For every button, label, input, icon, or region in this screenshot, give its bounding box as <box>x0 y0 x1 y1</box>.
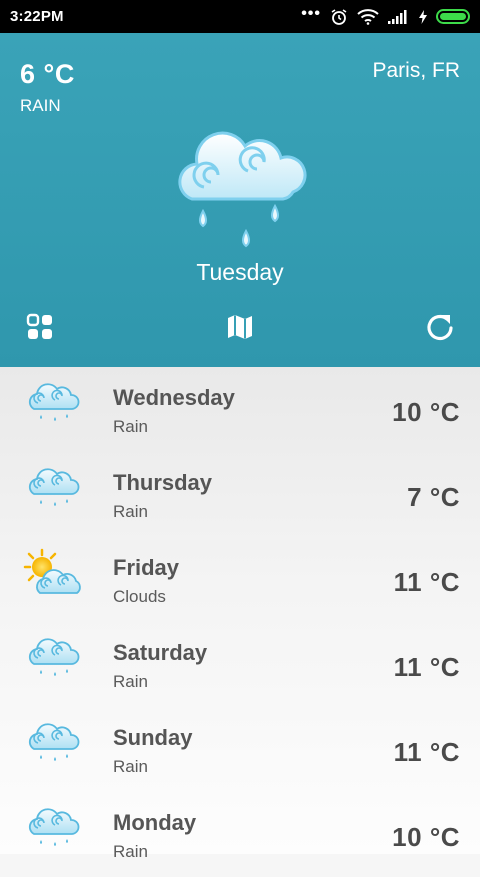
rain-cloud-icon <box>22 632 82 692</box>
grid-icon <box>26 313 52 339</box>
sun-cloud-icon <box>22 547 82 607</box>
rain-cloud-icon <box>22 802 82 862</box>
forecast-day: Thursday <box>113 470 213 495</box>
status-icons: ••• <box>301 4 470 26</box>
rain-cloud-icon <box>178 131 307 248</box>
forecast-day: Sunday <box>113 725 193 750</box>
current-temperature: 6 °C <box>20 59 75 89</box>
forecast-row[interactable]: Monday Rain 10 °C <box>0 792 480 877</box>
forecast-condition: Rain <box>113 502 148 521</box>
forecast-row[interactable]: Saturday Rain 11 °C <box>0 622 480 707</box>
forecast-temperature: 11 °C <box>393 652 460 682</box>
current-day: Tuesday <box>196 259 284 285</box>
map-icon <box>228 315 252 339</box>
battery-icon <box>436 9 470 24</box>
current-condition: RAIN <box>20 96 61 115</box>
location-label: Paris, FR <box>372 59 460 82</box>
forecast-temperature: 7 °C <box>407 482 460 512</box>
current-weather-panel: 6 °C RAIN Paris, FR Tuesday <box>0 33 480 367</box>
forecast-row[interactable]: Wednesday Rain 10 °C <box>0 367 480 452</box>
forecast-day: Friday <box>113 555 180 580</box>
forecast-day: Monday <box>113 810 197 835</box>
status-bar: 3:22PM ••• <box>0 0 480 33</box>
map-button[interactable] <box>222 309 258 345</box>
forecast-row[interactable]: Friday Clouds 11 °C <box>0 537 480 622</box>
refresh-button[interactable] <box>422 309 458 345</box>
forecast-condition: Rain <box>113 672 148 691</box>
forecast-temperature: 11 °C <box>393 567 460 597</box>
forecast-condition: Rain <box>113 842 148 861</box>
charging-icon <box>419 9 427 24</box>
rain-cloud-icon <box>22 377 82 437</box>
grid-button[interactable] <box>22 309 58 345</box>
alarm-icon <box>331 8 347 25</box>
status-time: 3:22PM <box>10 8 64 25</box>
wifi-icon <box>357 8 379 25</box>
rain-cloud-icon <box>22 717 82 777</box>
forecast-list[interactable]: Wednesday Rain 10 °C Thursday Rain 7 °C … <box>0 367 480 861</box>
more-dots-icon: ••• <box>301 4 321 22</box>
forecast-temperature: 10 °C <box>392 822 460 852</box>
refresh-icon <box>427 314 453 341</box>
forecast-condition: Rain <box>113 417 148 436</box>
forecast-condition: Clouds <box>113 587 166 606</box>
forecast-condition: Rain <box>113 757 148 776</box>
rain-cloud-icon <box>22 462 82 522</box>
forecast-temperature: 10 °C <box>392 397 460 427</box>
forecast-day: Saturday <box>113 640 208 665</box>
forecast-row[interactable]: Thursday Rain 7 °C <box>0 452 480 537</box>
forecast-row[interactable]: Sunday Rain 11 °C <box>0 707 480 792</box>
forecast-day: Wednesday <box>113 385 235 410</box>
signal-icon <box>388 9 407 24</box>
forecast-temperature: 11 °C <box>393 737 460 767</box>
